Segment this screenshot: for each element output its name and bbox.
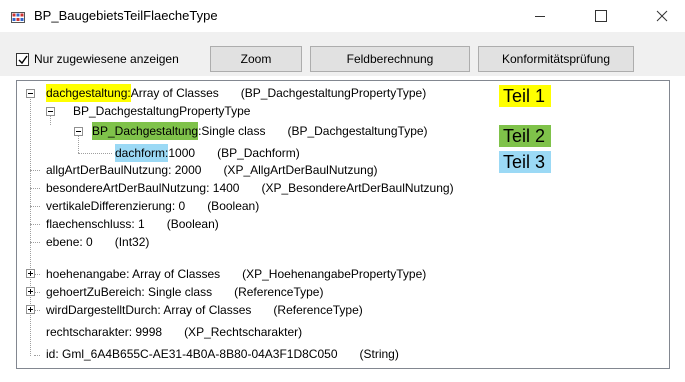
node-type: (String) [359,347,399,361]
node-type: (Int32) [114,235,150,249]
node-name: dachgestaltung [46,86,128,100]
node-text: flaechenschluss: 1 [46,217,145,231]
attribute-tree[interactable]: dachgestaltung: Array of Classes (BP_Dach… [16,80,670,369]
tree-node[interactable]: besondereArtDerBaulNutzung: 1400 (XP_Beso… [46,179,454,197]
title-bar: BP_BaugebietsTeilFlaecheType [0,0,685,32]
node-value: Array of Classes [130,86,219,100]
collapse-icon[interactable] [26,89,35,98]
tree-node[interactable]: rechtscharakter: 9998 (XP_Rechtscharakter… [46,323,302,341]
minimize-button[interactable] [517,0,563,32]
minimize-icon [535,16,545,17]
node-name: dachform [115,146,166,160]
node-type: (BP_DachgestaltungPropertyType) [240,86,427,100]
annotation-teil-2: Teil 2 [499,125,552,147]
node-text: rechtscharakter: 9998 [46,325,163,339]
node-value: 1000 [168,146,196,160]
tree-node[interactable]: id: Gml_6A4B655C-AE31-4B0A-8B80-04A3F1D8… [46,345,399,363]
tree-node[interactable]: flaechenschluss: 1 (Boolean) [46,215,219,233]
tree-line [30,170,40,171]
expand-icon[interactable] [26,287,35,296]
node-type: (XP_Rechtscharakter) [184,325,303,339]
tree-line [30,224,40,225]
tree-line [30,188,40,189]
conformity-check-button[interactable]: Konformitätsprüfung [478,46,634,72]
checkbox-label: Nur zugewiesene anzeigen [34,52,179,66]
node-text: ebene: 0 [46,235,93,249]
checkmark-icon [18,55,28,64]
collapse-icon[interactable] [46,107,55,116]
node-name-highlight: BP_Dachgestaltung [92,122,199,140]
node-name: BP_DachgestaltungPropertyType [73,104,251,118]
tree-node[interactable]: gehoertZuBereich: Single class (Reference… [46,283,323,301]
node-type: (XP_HoehenangabePropertyType) [242,267,427,281]
tree-node-bp-dachgestaltung[interactable]: BP_Dachgestaltung: Single class (BP_Dachg… [92,122,428,140]
node-text: hoehenangabe: Array of Classes [46,267,221,281]
assigned-only-checkbox[interactable]: Nur zugewiesene anzeigen [16,52,179,66]
node-name: BP_Dachgestaltung [92,124,199,138]
checkbox-box[interactable] [16,52,29,66]
node-type: (ReferenceType) [234,285,324,299]
node-name-highlight: dachgestaltung: [46,84,131,102]
app-grid-icon [11,10,25,23]
expand-icon[interactable] [26,269,35,278]
node-type: (BP_DachgestaltungType) [287,124,428,138]
tree-line [30,95,31,356]
tree-node[interactable]: hoehenangabe: Array of Classes (XP_Hoehen… [46,265,426,283]
node-type: (ReferenceType) [273,303,363,317]
node-value: Single class [201,124,266,138]
tree-node[interactable]: vertikaleDifferenzierung: 0 (Boolean) [46,197,259,215]
zoom-button[interactable]: Zoom [210,46,302,72]
annotation-teil-1: Teil 1 [499,85,552,107]
node-type: (Boolean) [166,217,219,231]
node-text: gehoertZuBereich: Single class [46,285,213,299]
tree-node-propertytype[interactable]: BP_DachgestaltungPropertyType [73,102,250,120]
maximize-icon [595,10,607,22]
node-type: (XP_AllgArtDerBaulNutzung) [223,163,378,177]
node-text: besondereArtDerBaulNutzung: 1400 [46,181,240,195]
tree-line [30,242,40,243]
tree-line [34,355,40,356]
window-title: BP_BaugebietsTeilFlaecheType [34,8,218,23]
node-text: allgArtDerBaulNutzung: 2000 [46,163,202,177]
tree-node[interactable]: ebene: 0 (Int32) [46,233,149,251]
expand-icon[interactable] [26,305,35,314]
node-name-highlight: dachform: [115,144,169,162]
tree-node-dachgestaltung[interactable]: dachgestaltung: Array of Classes (BP_Dach… [46,84,426,102]
close-icon [656,10,668,22]
field-calculation-button[interactable]: Feldberechnung [310,46,470,72]
tree-node[interactable]: wirdDargestelltDurch: Array of Classes (R… [46,301,363,319]
node-text: id: Gml_6A4B655C-AE31-4B0A-8B80-04A3F1D8… [46,347,338,361]
node-text: wirdDargestelltDurch: Array of Classes [46,303,252,317]
node-text: vertikaleDifferenzierung: 0 [46,199,186,213]
close-button[interactable] [639,0,685,32]
tree-line [78,153,112,154]
collapse-icon[interactable] [74,127,83,136]
tree-node[interactable]: allgArtDerBaulNutzung: 2000 (XP_AllgArtDe… [46,161,378,179]
tree-line [30,206,40,207]
tree-node-dachform[interactable]: dachform: 1000 (BP_Dachform) [115,144,300,162]
node-type: (BP_Dachform) [217,146,300,160]
node-type: (XP_BesondereArtDerBaulNutzung) [261,181,454,195]
annotation-teil-3: Teil 3 [499,151,552,173]
maximize-button[interactable] [578,0,624,32]
node-type: (Boolean) [207,199,260,213]
